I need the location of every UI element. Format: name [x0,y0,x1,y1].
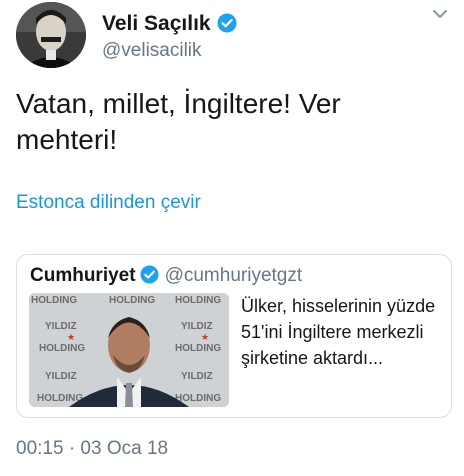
tweet-text: Vatan, millet, İngiltere! Ver mehteri! [16,88,341,155]
author-name[interactable]: Veli Saçılık [102,12,237,39]
quoted-tweet-card[interactable]: Cumhuriyet @cumhuriyetgzt HOLDING HOLDING… [16,254,452,418]
translate-link[interactable]: Estonca dilinden çevir [16,192,201,214]
author-avatar[interactable] [16,2,86,68]
chevron-down-icon[interactable] [430,8,450,22]
author-name-text: Veli Saçılık [102,12,211,35]
thumbnail-brand-text: YILDIZ [45,321,77,332]
quoted-author-handle: @cumhuriyetgzt [164,265,303,286]
thumbnail-brand-text: YILDIZ [181,321,213,332]
verified-badge-icon [217,13,237,39]
svg-text:★: ★ [201,332,209,342]
quoted-tweet-text: Ülker, hisselerinin yüzde 51'ini İngilte… [241,296,436,368]
svg-text:★: ★ [67,332,75,342]
thumbnail-brand-text: YILDIZ [45,371,77,382]
avatar-photo [16,2,86,68]
thumbnail-brand-text: HOLDING [109,295,155,306]
tweet-header: Veli Saçılık @velisacilik [14,2,454,68]
verified-badge-icon [140,265,159,290]
quoted-author-name: Cumhuriyet [30,265,136,286]
thumbnail-brand-text: YILDIZ [181,371,213,382]
thumbnail-brand-text: HOLDING [175,343,221,354]
quoted-tweet-header: Cumhuriyet @cumhuriyetgzt [30,265,302,290]
tweet-timestamp[interactable]: 00:15 · 03 Oca 18 [16,438,168,460]
thumbnail-brand-text: HOLDING [175,295,221,306]
thumbnail-brand-text: HOLDING [31,295,77,306]
thumbnail-photo: HOLDING HOLDING HOLDING YILDIZ YILDIZ HO… [29,293,229,407]
author-handle[interactable]: @velisacilik [102,40,202,62]
quoted-tweet-thumbnail: HOLDING HOLDING HOLDING YILDIZ YILDIZ HO… [29,293,229,407]
thumbnail-brand-text: HOLDING [39,343,85,354]
